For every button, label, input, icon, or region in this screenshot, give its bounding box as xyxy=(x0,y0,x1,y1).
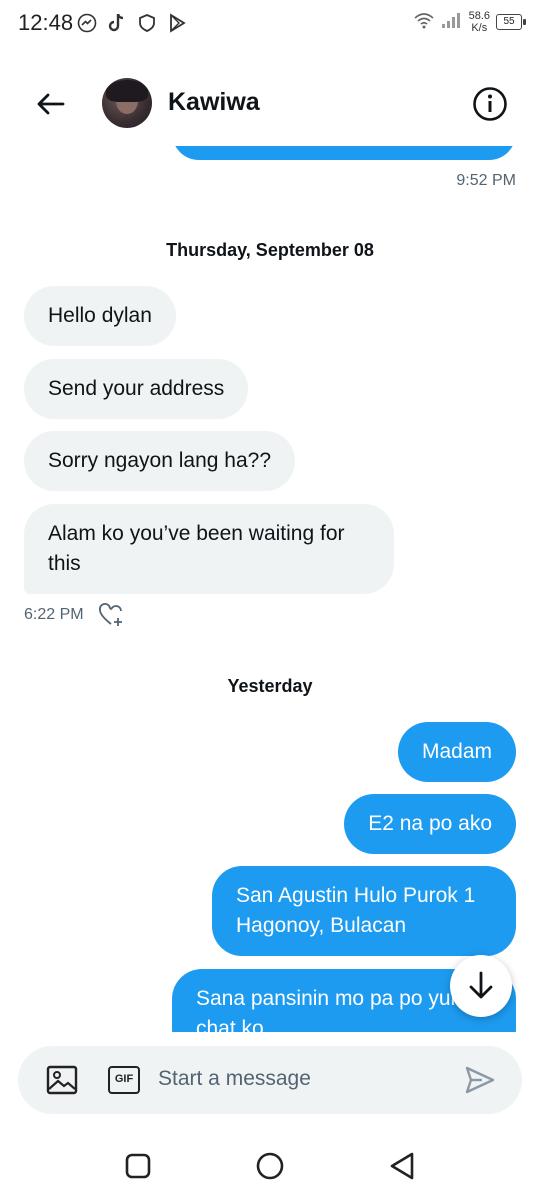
signal-icon xyxy=(441,11,463,34)
message-bubble-outgoing-partial[interactable] xyxy=(172,146,516,160)
conversation-header: Kawiwa xyxy=(0,62,540,146)
heart-plus-icon xyxy=(99,603,122,626)
home-button[interactable] xyxy=(254,1150,286,1182)
status-bar: 12:48 58.6 K/s 55 xyxy=(0,0,540,52)
like-button[interactable] xyxy=(98,602,126,628)
send-icon xyxy=(465,1066,495,1094)
message-line: chat ko xyxy=(196,1017,264,1032)
network-speed: 58.6 K/s xyxy=(469,10,490,34)
message-line: Alam ko you’ve been waiting for xyxy=(48,522,345,545)
arrow-left-icon xyxy=(37,93,65,115)
contact-name[interactable]: Kawiwa xyxy=(168,88,260,117)
image-icon[interactable] xyxy=(46,1065,78,1095)
send-button[interactable] xyxy=(464,1064,496,1096)
network-speed-value: 58.6 xyxy=(468,10,490,22)
message-bubble-outgoing[interactable]: Madam xyxy=(397,722,516,782)
avatar[interactable] xyxy=(102,78,152,128)
info-button[interactable] xyxy=(470,84,510,124)
message-bubble-outgoing[interactable]: E2 na po ako xyxy=(344,794,516,854)
message-timestamp: 6:22 PM xyxy=(24,606,84,623)
battery-level: 55 xyxy=(503,16,515,27)
message-bubble-outgoing[interactable]: San Agustin Hulo Purok 1 Hagonoy, Bulaca… xyxy=(212,866,516,956)
messenger-icon xyxy=(76,12,98,34)
battery-icon: 55 xyxy=(496,14,526,30)
message-line: this xyxy=(48,552,81,575)
gif-button[interactable]: GIF xyxy=(108,1066,140,1094)
date-divider: Yesterday xyxy=(227,676,313,696)
message-bubble-incoming[interactable]: Send your address xyxy=(24,359,249,419)
date-divider: Thursday, September 08 xyxy=(166,240,374,260)
message-line: Sana pansinin mo pa po yung xyxy=(196,987,474,1010)
back-button[interactable] xyxy=(30,84,70,124)
message-input[interactable]: Start a message xyxy=(158,1067,311,1091)
message-line: Hagonoy, Bulacan xyxy=(236,914,407,937)
tiktok-icon xyxy=(106,12,128,34)
circle-icon xyxy=(256,1152,284,1180)
recents-button[interactable] xyxy=(122,1150,154,1182)
scroll-to-bottom-button[interactable] xyxy=(450,955,512,1017)
shield-icon xyxy=(136,12,158,34)
back-nav-button[interactable] xyxy=(386,1150,418,1182)
info-circle-icon xyxy=(473,87,507,121)
arrow-down-icon xyxy=(469,971,493,999)
network-speed-unit: K/s xyxy=(471,22,488,34)
square-icon xyxy=(125,1153,151,1179)
message-line: San Agustin Hulo Purok 1 xyxy=(236,884,476,907)
wifi-icon xyxy=(413,11,435,34)
message-bubble-incoming[interactable]: Alam ko you’ve been waiting for this xyxy=(24,504,394,594)
message-timestamp: 9:52 PM xyxy=(456,172,516,189)
play-store-icon xyxy=(166,12,188,34)
notification-icons xyxy=(76,12,188,34)
message-composer[interactable]: GIF Start a message xyxy=(18,1046,522,1114)
message-bubble-incoming[interactable]: Sorry ngayon lang ha?? xyxy=(24,431,295,491)
message-list[interactable]: 9:52 PM Thursday, September 08 Hello dyl… xyxy=(0,146,540,1032)
status-time: 12:48 xyxy=(18,10,74,35)
status-right: 58.6 K/s 55 xyxy=(413,10,526,34)
system-nav-bar xyxy=(0,1132,540,1200)
triangle-back-icon xyxy=(390,1152,414,1180)
message-bubble-incoming[interactable]: Hello dylan xyxy=(24,286,176,346)
